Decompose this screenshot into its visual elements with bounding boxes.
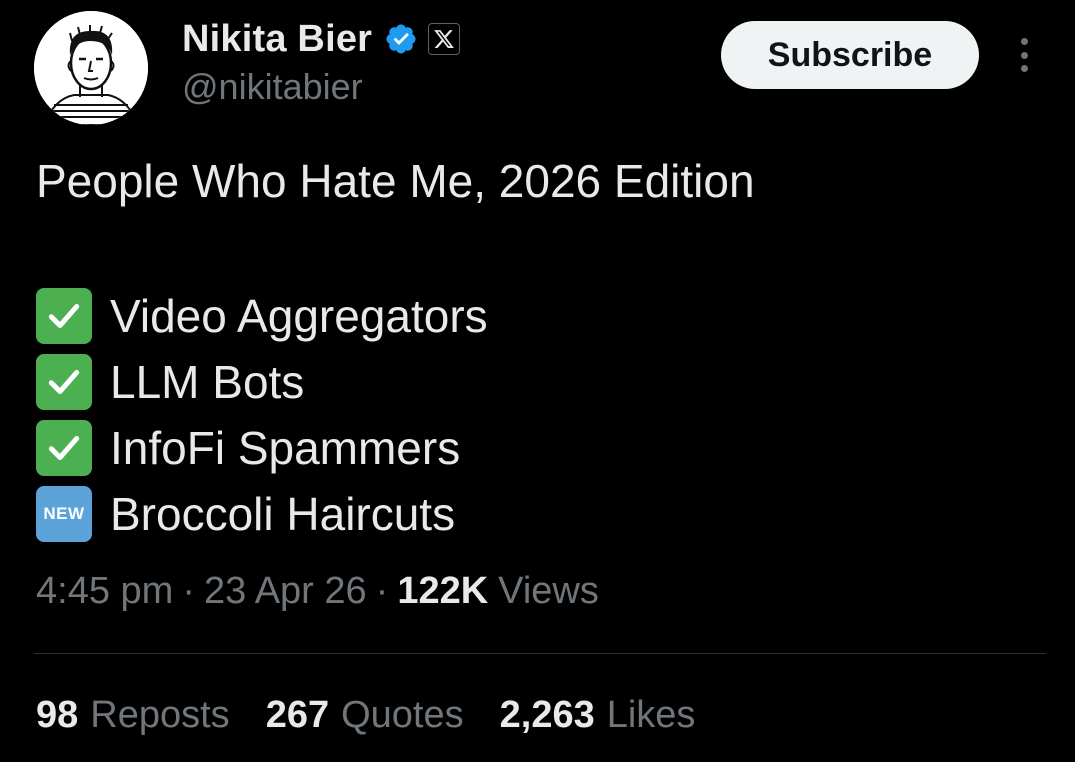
list-item-label: Broccoli Haircuts bbox=[110, 488, 456, 540]
list-item-label: LLM Bots bbox=[110, 356, 305, 408]
author-handle[interactable]: @nikitabier bbox=[182, 66, 363, 108]
reposts-count: 98 bbox=[36, 694, 79, 736]
list-item: InfoFi Spammers bbox=[36, 415, 488, 481]
meta-separator: · bbox=[182, 570, 195, 612]
check-glyph-icon bbox=[48, 435, 80, 461]
avatar-sketch-icon bbox=[34, 11, 148, 125]
tweet-text: People Who Hate Me, 2026 Edition bbox=[36, 152, 1036, 210]
reposts-label: Reposts bbox=[90, 694, 230, 736]
author-display-name[interactable]: Nikita Bier bbox=[182, 18, 372, 61]
tweet-list: Video Aggregators LLM Bots InfoFi Spamme… bbox=[36, 283, 488, 547]
more-dot bbox=[1020, 65, 1028, 72]
list-item: Video Aggregators bbox=[36, 283, 488, 349]
more-vertical-icon[interactable] bbox=[1008, 35, 1040, 75]
quotes-count: 267 bbox=[265, 694, 330, 736]
verified-badge-icon[interactable] bbox=[384, 22, 418, 56]
likes-stat[interactable]: 2,263 Likes bbox=[500, 694, 696, 737]
reposts-stat[interactable]: 98 Reposts bbox=[36, 694, 230, 737]
more-dot bbox=[1020, 51, 1028, 59]
check-glyph-icon bbox=[48, 369, 80, 395]
quotes-label: Quotes bbox=[341, 694, 464, 736]
tweet-headline: People Who Hate Me, 2026 Edition bbox=[36, 155, 755, 207]
x-logo-icon[interactable] bbox=[428, 23, 461, 55]
check-mark-button-icon bbox=[36, 420, 92, 476]
tweet-meta: 4:45 pm · 23 Apr 26 · 122K Views bbox=[36, 570, 599, 613]
divider bbox=[34, 653, 1046, 654]
views-count[interactable]: 122K bbox=[397, 570, 488, 613]
subscribe-button[interactable]: Subscribe bbox=[721, 21, 979, 89]
check-glyph-icon bbox=[48, 303, 80, 329]
author-name-row: Nikita Bier bbox=[182, 16, 461, 62]
quotes-stat[interactable]: 267 Quotes bbox=[266, 694, 464, 737]
x-logo-glyph-icon bbox=[434, 30, 455, 48]
views-label[interactable]: Views bbox=[498, 570, 599, 613]
list-item: LLM Bots bbox=[36, 349, 488, 415]
list-item-label: Video Aggregators bbox=[110, 290, 488, 342]
list-item: NEW Broccoli Haircuts bbox=[36, 481, 488, 547]
tweet-date[interactable]: 23 Apr 26 bbox=[204, 570, 367, 613]
new-button-icon: NEW bbox=[36, 486, 92, 542]
engagement-stats: 98 Reposts 267 Quotes 2,263 Likes bbox=[36, 694, 731, 737]
more-dot bbox=[1020, 38, 1028, 45]
meta-separator: · bbox=[375, 570, 389, 612]
check-mark-button-icon bbox=[36, 354, 92, 410]
check-mark-button-icon bbox=[36, 288, 92, 344]
likes-label: Likes bbox=[606, 694, 696, 736]
likes-count: 2,263 bbox=[499, 694, 595, 736]
tweet-card: Nikita Bier @nikitabier Subscribe People… bbox=[0, 0, 1075, 762]
list-item-label: InfoFi Spammers bbox=[110, 422, 461, 474]
tweet-time[interactable]: 4:45 pm bbox=[36, 570, 173, 613]
avatar[interactable] bbox=[34, 11, 148, 125]
